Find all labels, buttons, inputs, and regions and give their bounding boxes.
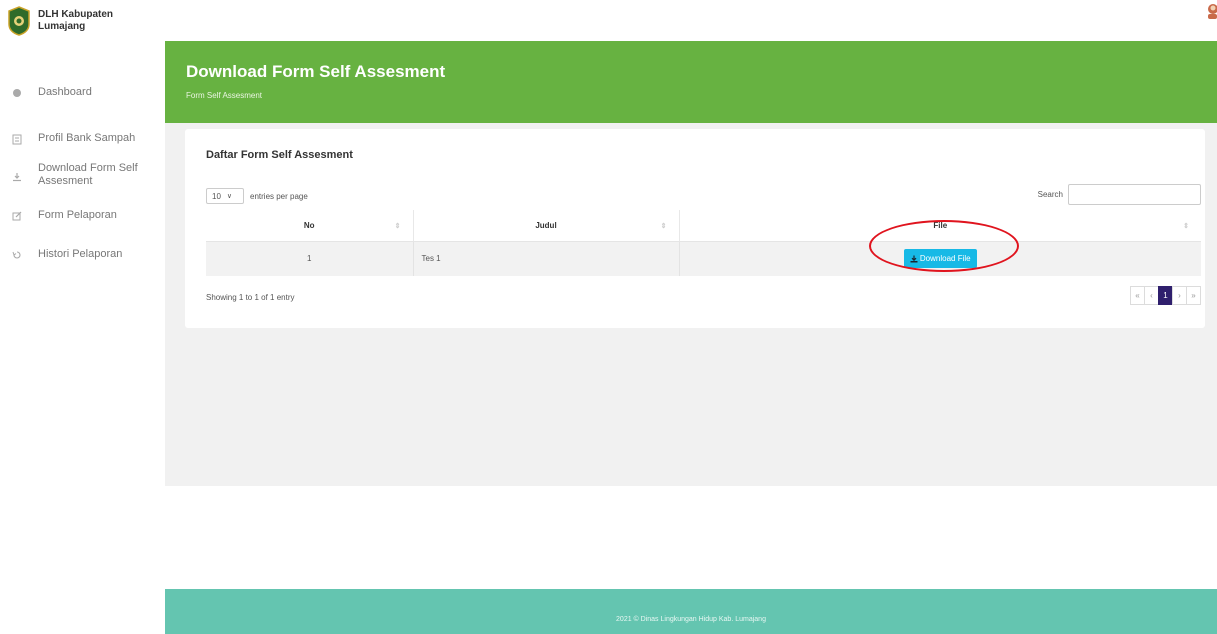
footer-text: 2021 © Dinas Lingkungan Hidup Kab. Lumaj…	[616, 616, 766, 623]
sort-icon: ⇕	[660, 223, 667, 230]
footer: 2021 © Dinas Lingkungan Hidup Kab. Lumaj…	[165, 589, 1217, 634]
page-last[interactable]: »	[1186, 286, 1201, 305]
breadcrumb: Form Self Assesment	[186, 91, 263, 100]
page-header: Download Form Self Assesment Form Self A…	[165, 41, 1217, 123]
sidebar-item-label: Dashboard	[38, 86, 92, 98]
sidebar-item-label: Histori Pelaporan	[38, 248, 123, 260]
card-title: Daftar Form Self Assesment	[206, 149, 353, 161]
search-input[interactable]	[1068, 184, 1201, 205]
brand-line-1: DLH Kabupaten	[38, 9, 113, 20]
history-icon	[10, 248, 24, 262]
sidebar-item-dashboard[interactable]: Dashboard	[0, 86, 165, 99]
table-header-row: No ⇕ Judul ⇕ File ⇕	[206, 210, 1201, 242]
sidebar-item-label: Profil Bank Sampah	[38, 132, 136, 144]
highlight-annotation-circle	[869, 220, 1019, 272]
sort-icon: ⇕	[394, 223, 401, 230]
sidebar-item-form-pelaporan[interactable]: Form Pelaporan	[0, 209, 165, 222]
table-search: Search	[1038, 184, 1201, 205]
page-current[interactable]: 1	[1158, 286, 1173, 305]
sort-icon: ⇕	[1183, 223, 1189, 230]
search-label: Search	[1037, 190, 1063, 199]
logo-emblem-icon	[8, 6, 30, 36]
sidebar-item-label: Form Pelaporan	[38, 209, 117, 221]
table-card: Daftar Form Self Assesment 10 ∨ entries …	[185, 129, 1205, 328]
sidebar: DLH Kabupaten Lumajang Dashboard Profil …	[0, 0, 165, 634]
cell-no: 1	[206, 241, 413, 276]
table-info: Showing 1 to 1 of 1 entry	[206, 293, 295, 302]
page-prev[interactable]: ‹	[1144, 286, 1159, 305]
page-next[interactable]: ›	[1172, 286, 1187, 305]
brand[interactable]: DLH Kabupaten Lumajang	[8, 6, 113, 36]
profile-icon	[10, 132, 24, 146]
sidebar-item-histori-pelaporan[interactable]: Histori Pelaporan	[0, 248, 165, 261]
entries-select[interactable]: 10 ∨	[206, 188, 244, 204]
page-title: Download Form Self Assesment	[186, 62, 446, 81]
sidebar-item-label: Download Form Self Assesment	[38, 162, 138, 187]
edit-icon	[10, 209, 24, 223]
dashboard-icon	[10, 86, 24, 100]
user-avatar[interactable]	[1205, 2, 1217, 20]
entries-per-page: 10 ∨ entries per page	[206, 188, 308, 204]
chevron-down-icon: ∨	[226, 193, 233, 200]
entries-value: 10	[212, 191, 221, 201]
column-header-no[interactable]: No ⇕	[206, 210, 413, 242]
pagination: « ‹ 1 › »	[1130, 286, 1201, 305]
sidebar-item-download-form[interactable]: Download Form Self Assesment	[0, 162, 165, 188]
sidebar-item-profil-bank-sampah[interactable]: Profil Bank Sampah	[0, 132, 165, 145]
sidebar-nav: Dashboard Profil Bank Sampah Download Fo…	[0, 86, 165, 261]
page-first[interactable]: «	[1130, 286, 1145, 305]
table-row: 1 Tes 1 Download File	[206, 241, 1201, 276]
cell-judul: Tes 1	[412, 241, 679, 276]
topbar	[165, 0, 1217, 41]
brand-line-2: Lumajang	[38, 21, 86, 32]
entries-label: entries per page	[250, 191, 308, 201]
download-icon	[10, 170, 24, 184]
form-table: No ⇕ Judul ⇕ File ⇕ 1 Tes 1 Download File	[206, 210, 1201, 276]
column-header-judul[interactable]: Judul ⇕	[412, 210, 679, 242]
